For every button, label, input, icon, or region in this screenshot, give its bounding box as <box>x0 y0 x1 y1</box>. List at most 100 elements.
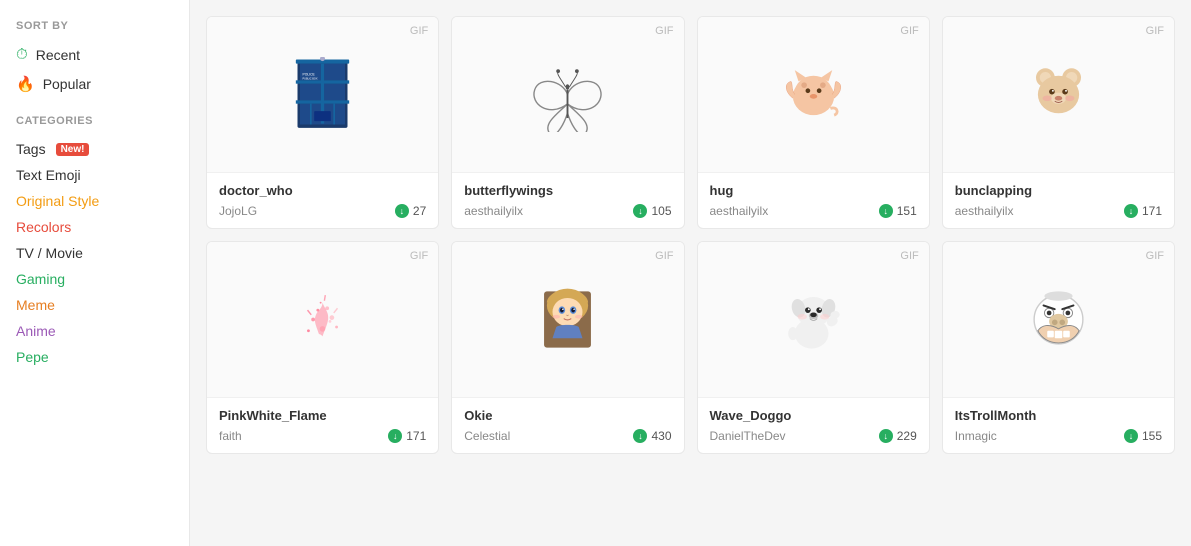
svg-text:PUBLIC BOX: PUBLIC BOX <box>303 78 318 81</box>
download-icon: ↓ <box>879 204 893 218</box>
download-icon: ↓ <box>633 429 647 443</box>
sticker-card-butterflywings[interactable]: GIF <box>451 16 684 229</box>
sort-by-label: SORT BY <box>16 20 173 32</box>
svg-text:POLICE: POLICE <box>303 72 316 76</box>
sidebar-item-anime[interactable]: Anime <box>16 319 173 343</box>
card-gif-area: GIF <box>698 17 929 172</box>
download-icon: ↓ <box>1124 429 1138 443</box>
card-gif-area: GIF <box>943 242 1174 397</box>
original-style-label: Original Style <box>16 193 99 209</box>
card-downloads: ↓ 105 <box>633 204 671 218</box>
hug-image <box>776 57 851 132</box>
troll-image <box>1021 282 1096 357</box>
card-gif-area: GIF <box>452 17 683 172</box>
gif-label: GIF <box>655 250 673 262</box>
wings-image <box>530 57 605 132</box>
gif-label: GIF <box>410 250 428 262</box>
download-count: 155 <box>1142 429 1162 443</box>
sticker-card-bunclapping[interactable]: GIF <box>942 16 1175 229</box>
sidebar-item-tv-movie[interactable]: TV / Movie <box>16 241 173 265</box>
categories-label: CATEGORIES <box>16 115 173 127</box>
gif-label: GIF <box>900 250 918 262</box>
card-info: Okie Celestial ↓ 430 <box>452 397 683 453</box>
card-info: butterflywings aesthailyilx ↓ 105 <box>452 172 683 228</box>
card-title: butterflywings <box>464 183 671 198</box>
card-meta: DanielTheDev ↓ 229 <box>710 429 917 443</box>
card-meta: aesthailyilx ↓ 151 <box>710 204 917 218</box>
card-title: doctor_who <box>219 183 426 198</box>
card-author: aesthailyilx <box>955 204 1014 218</box>
gaming-label: Gaming <box>16 271 65 287</box>
card-meta: JojoLG ↓ 27 <box>219 204 426 218</box>
download-icon: ↓ <box>395 204 409 218</box>
sidebar-item-gaming[interactable]: Gaming <box>16 267 173 291</box>
sidebar-item-meme[interactable]: Meme <box>16 293 173 317</box>
sticker-grid: GIF POLICE <box>206 16 1175 454</box>
sidebar: SORT BY ⏱ Recent 🔥 Popular CATEGORIES Ta… <box>0 0 190 546</box>
anime-girl-image <box>530 282 605 357</box>
new-badge: New! <box>56 143 90 156</box>
sidebar-item-tags[interactable]: Tags New! <box>16 137 173 161</box>
card-info: hug aesthailyilx ↓ 151 <box>698 172 929 228</box>
tv-movie-label: TV / Movie <box>16 245 83 261</box>
sort-popular[interactable]: 🔥 Popular <box>16 71 173 97</box>
main-content: GIF POLICE <box>190 0 1191 546</box>
sidebar-item-recolors[interactable]: Recolors <box>16 215 173 239</box>
sticker-card-wave-doggo[interactable]: GIF <box>697 241 930 454</box>
card-author: aesthailyilx <box>710 204 769 218</box>
download-icon: ↓ <box>388 429 402 443</box>
card-author: DanielTheDev <box>710 429 786 443</box>
download-count: 151 <box>897 204 917 218</box>
card-info: bunclapping aesthailyilx ↓ 171 <box>943 172 1174 228</box>
bear-image <box>1021 57 1096 132</box>
sort-popular-label: Popular <box>43 76 91 92</box>
recent-icon: ⏱ <box>16 46 28 63</box>
download-icon: ↓ <box>879 429 893 443</box>
card-gif-area: GIF <box>207 242 438 397</box>
sidebar-item-original-style[interactable]: Original Style <box>16 189 173 213</box>
sidebar-item-pepe[interactable]: Pepe <box>16 345 173 369</box>
card-author: Celestial <box>464 429 510 443</box>
sticker-card-okie[interactable]: GIF <box>451 241 684 454</box>
card-title: Wave_Doggo <box>710 408 917 423</box>
gif-label: GIF <box>410 25 428 37</box>
card-gif-area: GIF <box>452 242 683 397</box>
card-meta: aesthailyilx ↓ 171 <box>955 204 1162 218</box>
sidebar-item-text-emoji[interactable]: Text Emoji <box>16 163 173 187</box>
card-info: doctor_who JojoLG ↓ 27 <box>207 172 438 228</box>
sort-recent[interactable]: ⏱ Recent <box>16 42 173 67</box>
dog-image <box>776 282 851 357</box>
card-title: hug <box>710 183 917 198</box>
card-downloads: ↓ 229 <box>879 429 917 443</box>
card-gif-area: GIF <box>698 242 929 397</box>
sort-recent-label: Recent <box>36 47 80 63</box>
card-downloads: ↓ 151 <box>879 204 917 218</box>
sticker-card-pinkwhite-flame[interactable]: GIF <box>206 241 439 454</box>
download-icon: ↓ <box>633 204 647 218</box>
sticker-card-hug[interactable]: GIF <box>697 16 930 229</box>
pink-flame-image <box>285 282 360 357</box>
card-author: aesthailyilx <box>464 204 523 218</box>
card-meta: faith ↓ 171 <box>219 429 426 443</box>
card-title: Okie <box>464 408 671 423</box>
card-author: faith <box>219 429 242 443</box>
card-downloads: ↓ 27 <box>395 204 426 218</box>
download-count: 105 <box>651 204 671 218</box>
card-meta: Inmagic ↓ 155 <box>955 429 1162 443</box>
card-info: PinkWhite_Flame faith ↓ 171 <box>207 397 438 453</box>
tags-label: Tags <box>16 141 46 157</box>
sticker-card-doctor-who[interactable]: GIF POLICE <box>206 16 439 229</box>
card-gif-area: GIF POLICE <box>207 17 438 172</box>
download-count: 430 <box>651 429 671 443</box>
anime-label: Anime <box>16 323 56 339</box>
card-title: ItsTrollMonth <box>955 408 1162 423</box>
gif-label: GIF <box>655 25 673 37</box>
card-meta: aesthailyilx ↓ 105 <box>464 204 671 218</box>
sticker-card-itstrollmonth[interactable]: GIF <box>942 241 1175 454</box>
card-author: JojoLG <box>219 204 257 218</box>
card-downloads: ↓ 155 <box>1124 429 1162 443</box>
text-emoji-label: Text Emoji <box>16 167 81 183</box>
card-meta: Celestial ↓ 430 <box>464 429 671 443</box>
card-downloads: ↓ 430 <box>633 429 671 443</box>
tardis-image: POLICE PUBLIC BOX <box>285 57 360 132</box>
